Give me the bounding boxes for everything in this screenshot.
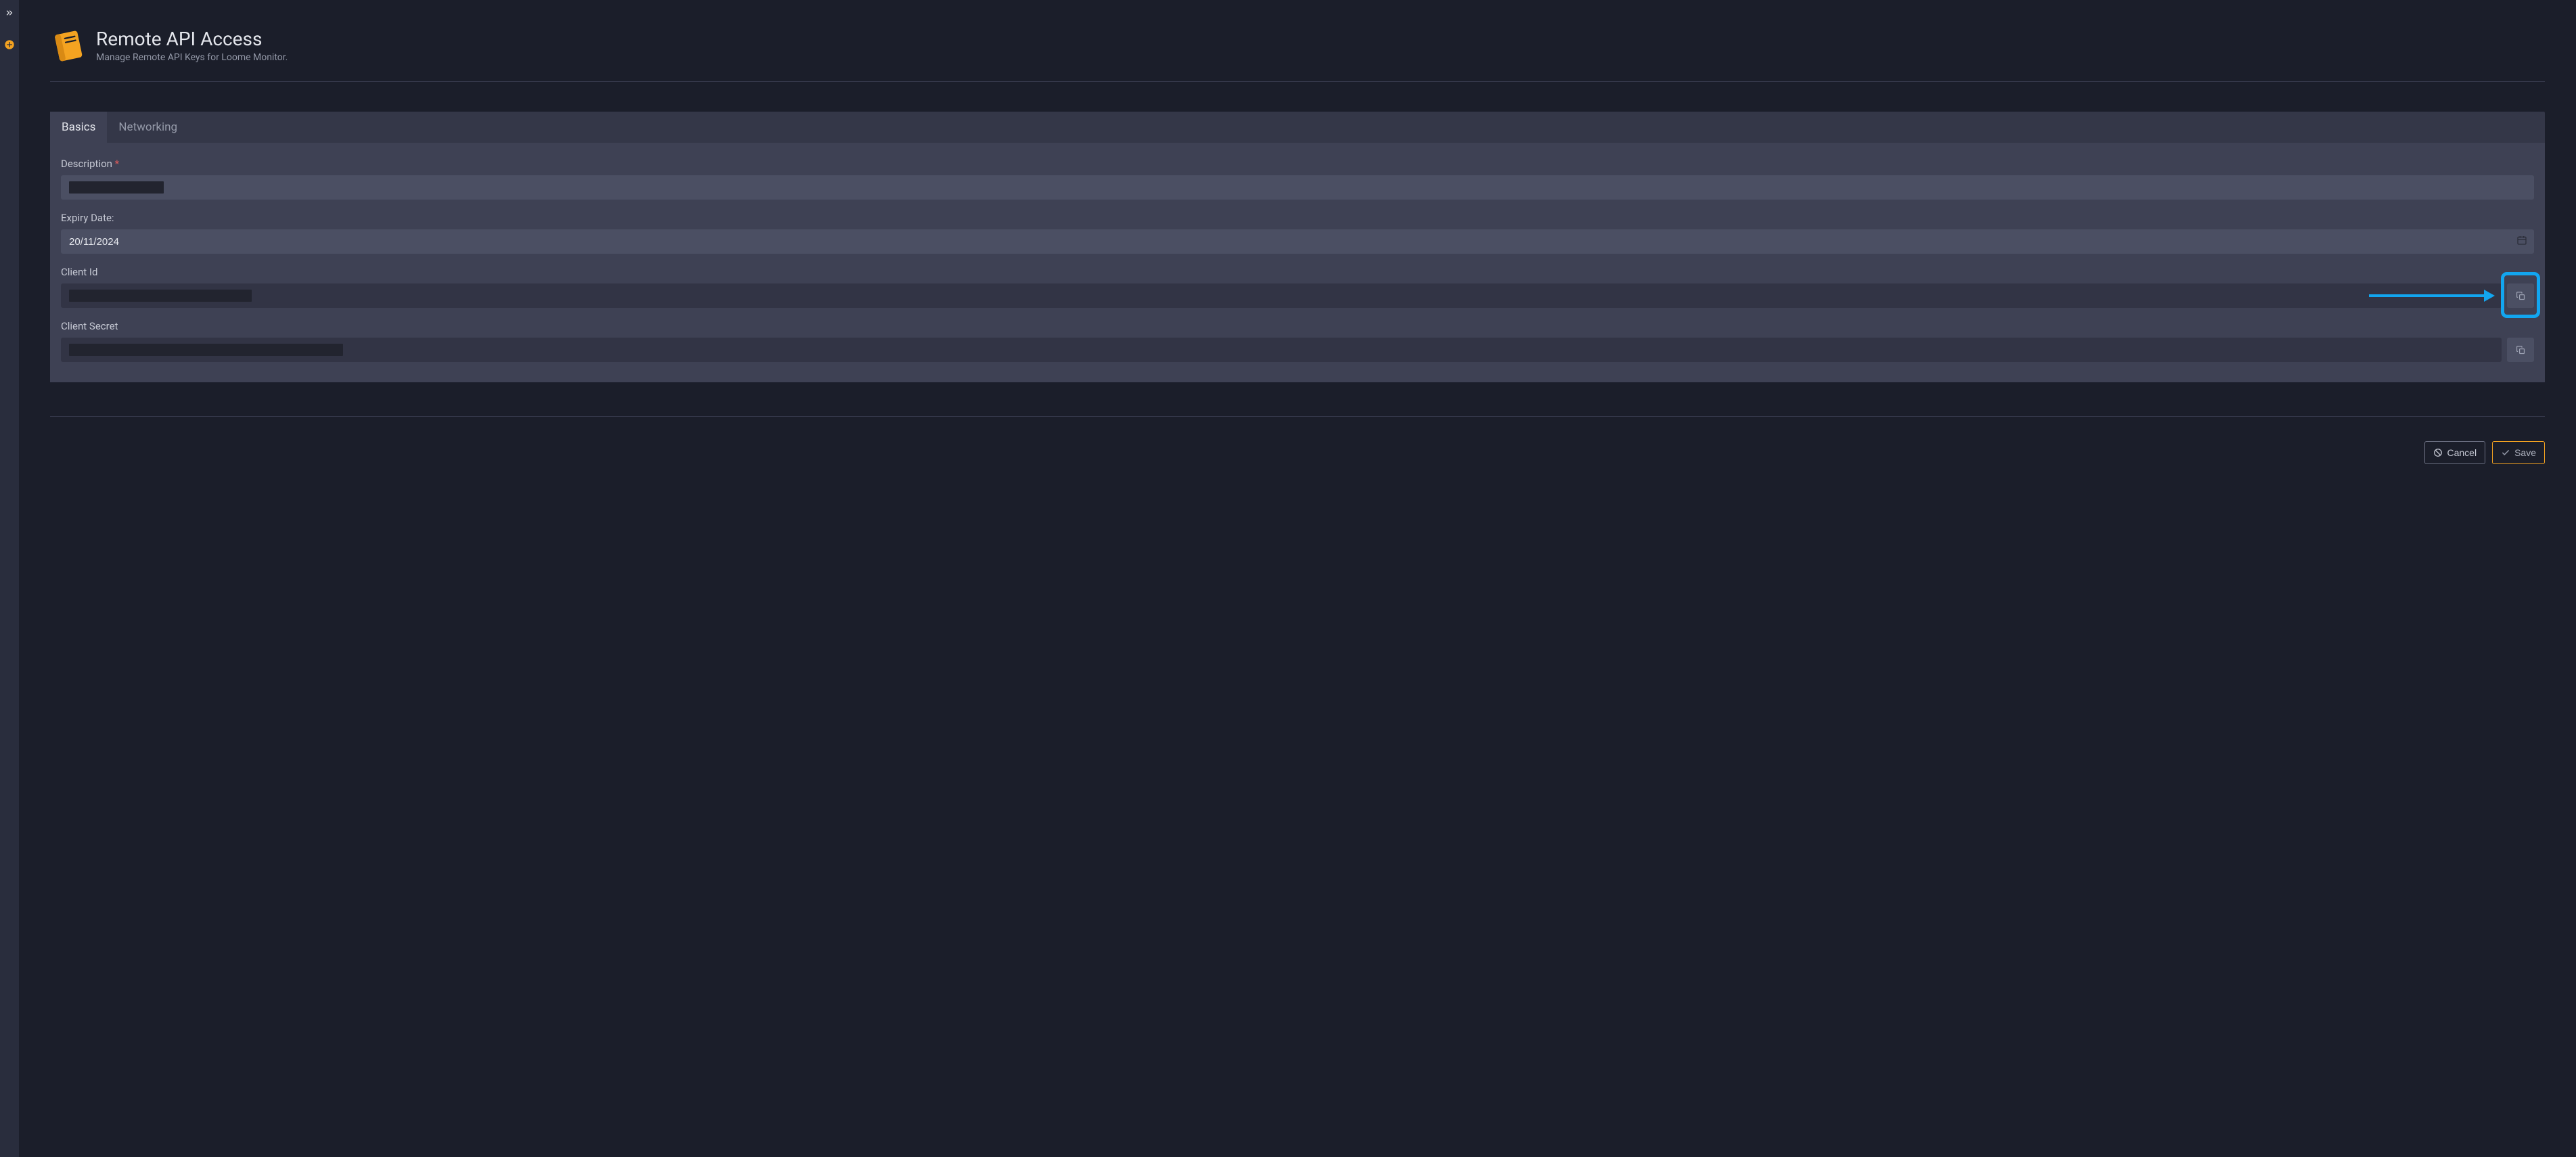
copy-icon: [2516, 291, 2526, 301]
redacted-value: [69, 181, 164, 194]
footer-buttons: Cancel Save: [50, 441, 2545, 464]
required-marker: *: [115, 158, 119, 170]
field-client-secret: Client Secret: [61, 320, 2534, 362]
redacted-value: [69, 290, 252, 302]
sidebar-rail: [0, 0, 19, 1157]
label-client-secret: Client Secret: [61, 320, 2534, 332]
client-id-input[interactable]: [61, 283, 2502, 308]
cancel-button[interactable]: Cancel: [2424, 441, 2485, 464]
redacted-value: [69, 344, 343, 356]
label-expiry: Expiry Date:: [61, 212, 2534, 224]
page-subtitle: Manage Remote API Keys for Loome Monitor…: [96, 52, 288, 63]
expand-sidebar-icon[interactable]: [5, 8, 14, 18]
label-description: Description *: [61, 158, 2534, 170]
copy-client-secret-button[interactable]: [2507, 338, 2534, 362]
form-card: Basics Networking Description * Expiry D…: [50, 112, 2545, 382]
footer-divider: [50, 416, 2545, 417]
copy-icon: [2516, 345, 2526, 355]
form-body: Description * Expiry Date:: [50, 143, 2545, 382]
expiry-input[interactable]: [61, 229, 2534, 254]
cancel-icon: [2433, 448, 2443, 457]
save-button[interactable]: Save: [2492, 441, 2545, 464]
book-icon: [50, 27, 87, 64]
field-expiry: Expiry Date:: [61, 212, 2534, 254]
page-header: Remote API Access Manage Remote API Keys…: [50, 27, 2545, 82]
tab-basics[interactable]: Basics: [50, 112, 107, 143]
client-secret-input[interactable]: [61, 338, 2502, 362]
description-input[interactable]: [61, 175, 2534, 200]
tabs: Basics Networking: [50, 112, 2545, 143]
field-client-id: Client Id: [61, 266, 2534, 308]
check-icon: [2501, 448, 2510, 457]
copy-client-id-button[interactable]: [2507, 283, 2534, 308]
tab-networking[interactable]: Networking: [107, 112, 189, 143]
add-icon[interactable]: [4, 39, 15, 50]
main-content: Remote API Access Manage Remote API Keys…: [19, 0, 2576, 1157]
field-description: Description *: [61, 158, 2534, 200]
label-client-id: Client Id: [61, 266, 2534, 278]
page-title: Remote API Access: [96, 28, 288, 50]
